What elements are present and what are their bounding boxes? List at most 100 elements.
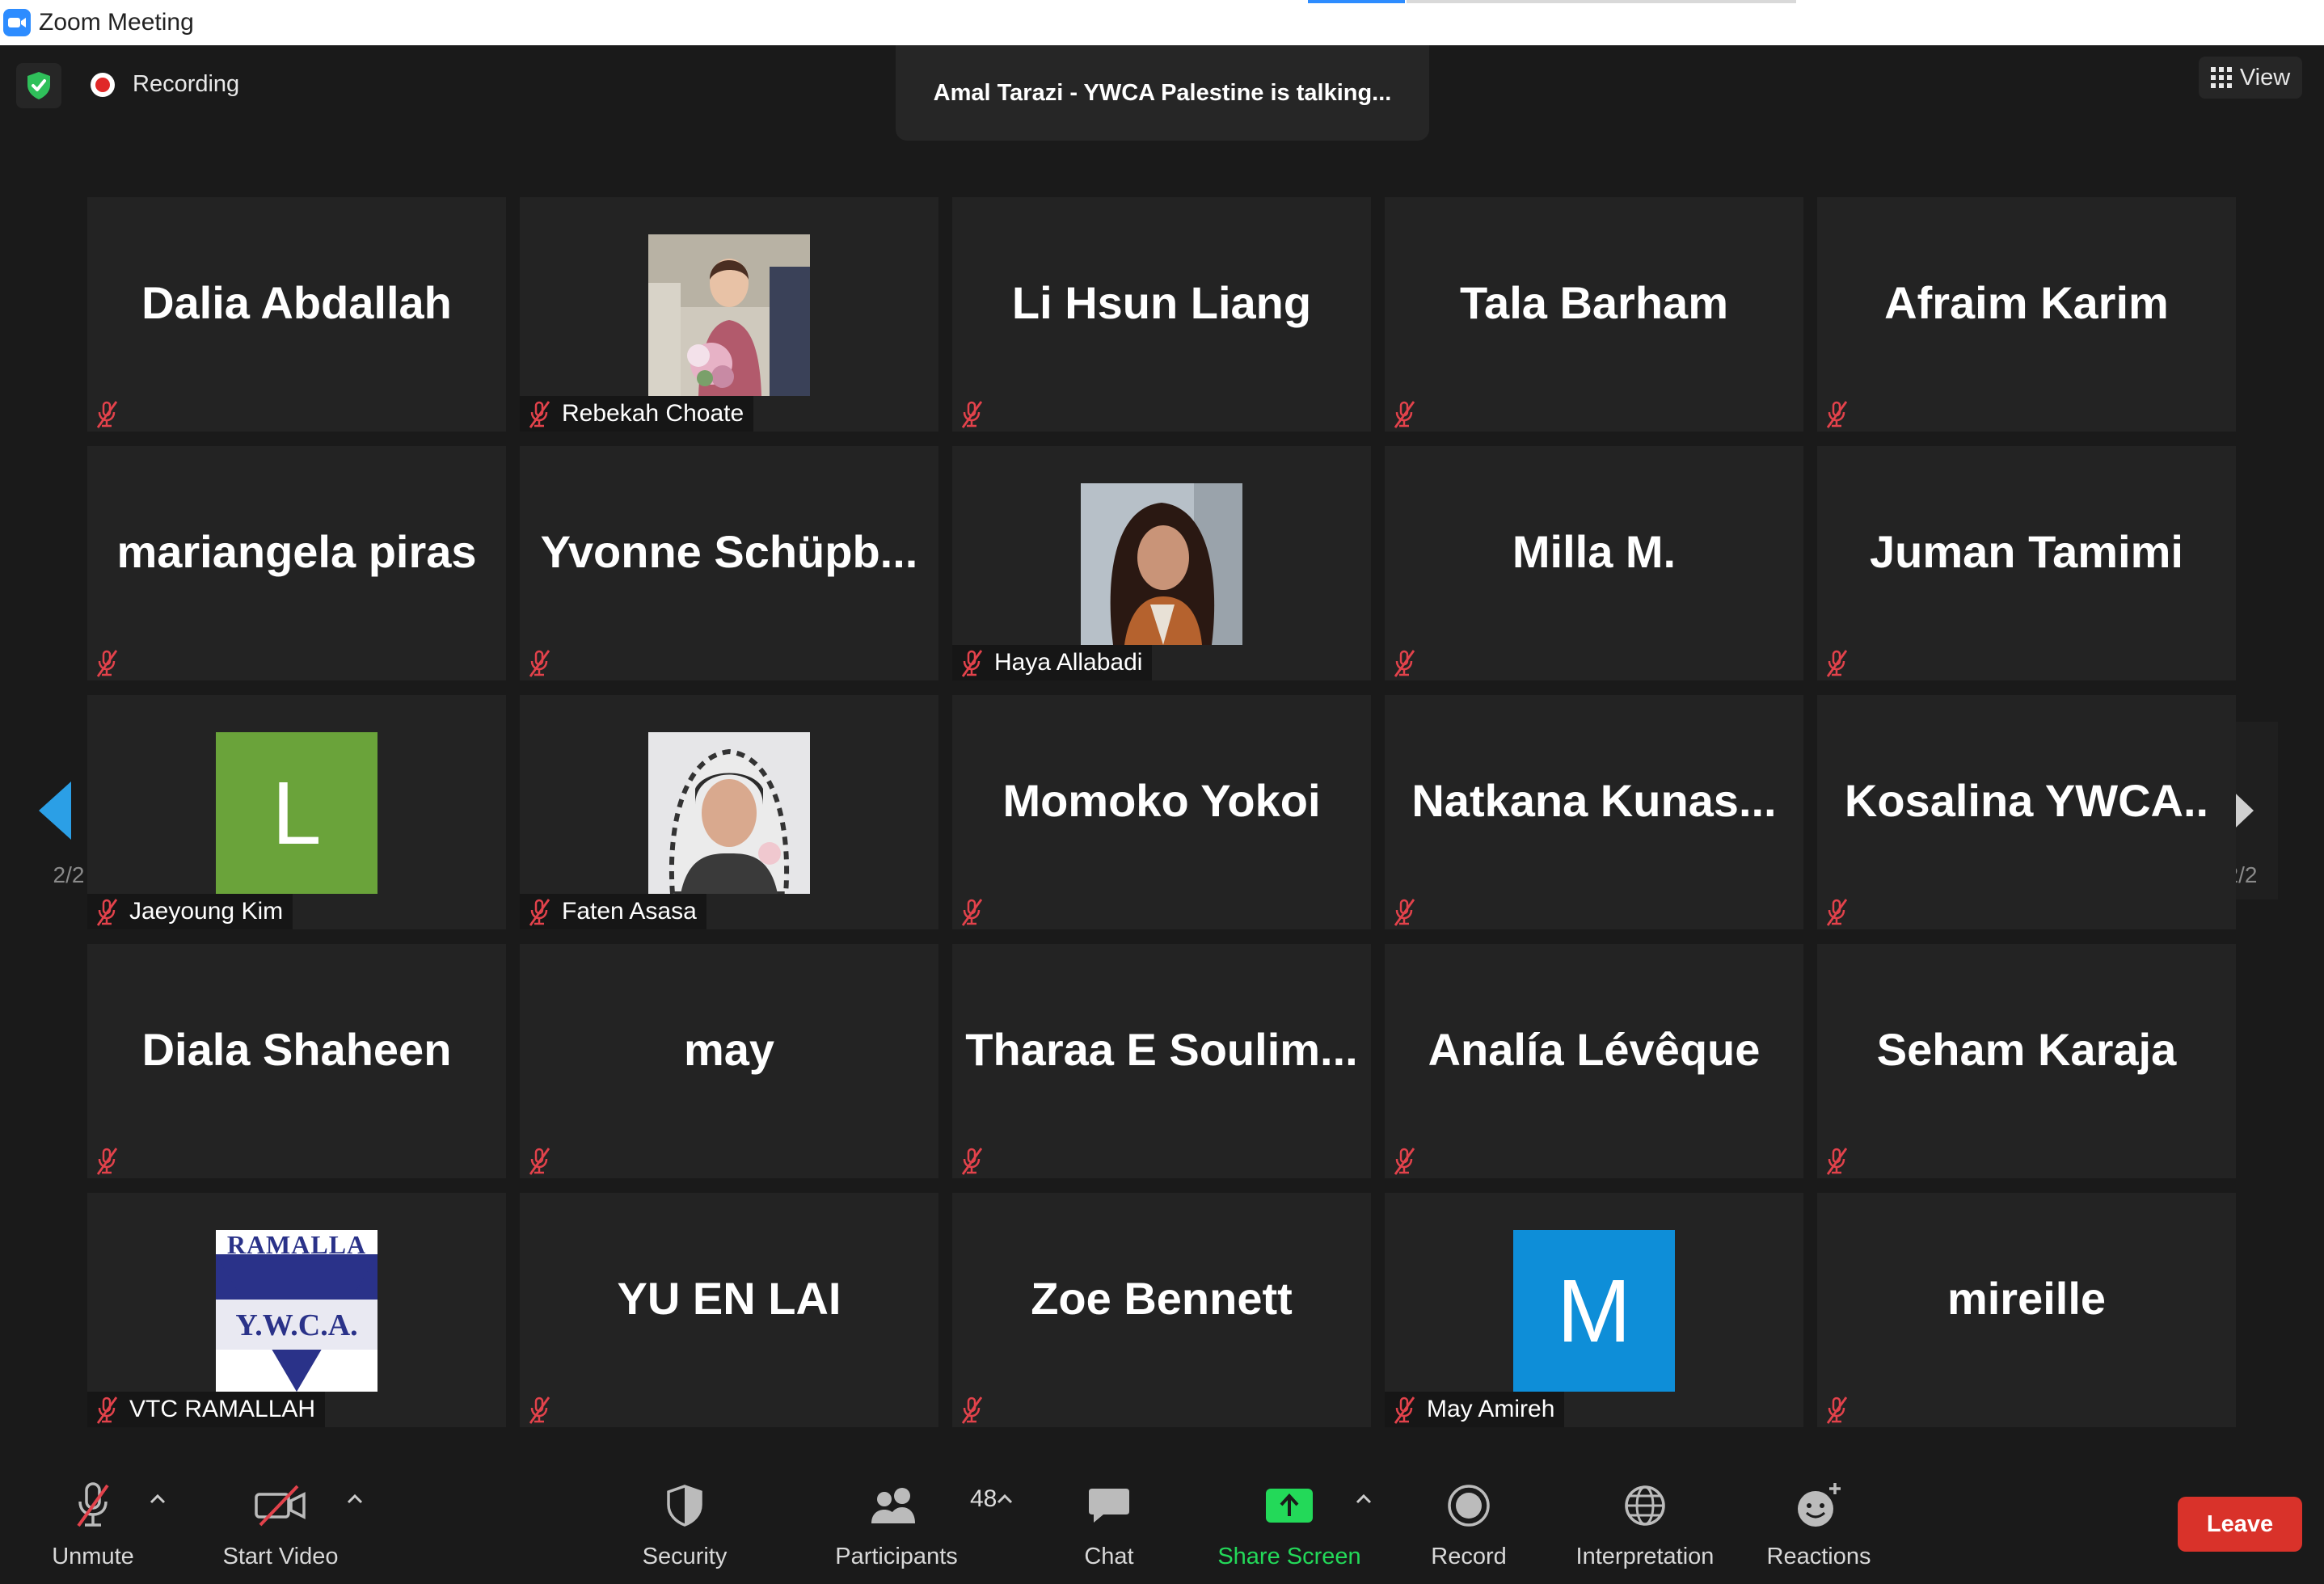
participants-options-caret-icon[interactable]: [996, 1493, 1014, 1505]
participant-tile[interactable]: Tala Barham: [1385, 197, 1803, 432]
participant-name-display: Li Hsun Liang: [1011, 276, 1312, 328]
title-bar: Zoom Meeting: [0, 0, 2324, 45]
participant-name-label: [1817, 1392, 1859, 1427]
participant-name-display: Zoe Bennett: [1031, 1272, 1293, 1324]
participant-name-label: [87, 396, 129, 432]
participant-tile[interactable]: Rebekah Choate: [520, 197, 938, 432]
tab-indicator: [1407, 0, 1796, 3]
participant-name-label: [1385, 894, 1427, 929]
participant-tile[interactable]: Milla M.: [1385, 446, 1803, 680]
participant-tile[interactable]: Momoko Yokoi: [952, 695, 1371, 929]
microphone-muted-icon: [1394, 401, 1415, 428]
interpretation-button[interactable]: Interpretation: [1565, 1477, 1725, 1570]
microphone-muted-icon: [1826, 1397, 1848, 1424]
participant-tile[interactable]: Juman Tamimi: [1817, 446, 2236, 680]
participant-name-label: Jaeyoung Kim: [87, 894, 293, 929]
participant-tile[interactable]: Yvonne Schüpb...: [520, 446, 938, 680]
share-screen-icon: [1266, 1489, 1313, 1523]
participant-tile[interactable]: Faten Asasa: [520, 695, 938, 929]
participant-name: May Amireh: [1427, 1396, 1555, 1422]
participant-name-display: Momoko Yokoi: [1002, 774, 1321, 826]
participant-tile[interactable]: Li Hsun Liang: [952, 197, 1371, 432]
microphone-muted-icon: [529, 401, 550, 428]
logo-text-bottom: Y.W.C.A.: [235, 1308, 358, 1342]
microphone-muted-icon: [1394, 899, 1415, 926]
participant-tile[interactable]: Kosalina YWCA..: [1817, 695, 2236, 929]
participant-tile[interactable]: Diala Shaheen: [87, 944, 506, 1178]
record-button[interactable]: Record: [1424, 1477, 1513, 1570]
participant-name-label: [952, 1392, 994, 1427]
participants-icon: [871, 1488, 915, 1523]
reactions-smiley-icon: [1798, 1483, 1841, 1527]
participant-tile[interactable]: Natkana Kunas...: [1385, 695, 1803, 929]
participant-tile[interactable]: Tharaa E Soulim...: [952, 944, 1371, 1178]
participant-tile[interactable]: YU EN LAI: [520, 1193, 938, 1427]
participant-name-display: YU EN LAI: [617, 1272, 841, 1324]
participant-name-label: [1817, 894, 1859, 929]
tab-indicator-active: [1308, 0, 1405, 3]
participant-name-label: [1817, 1143, 1859, 1178]
participant-tile[interactable]: L Jaeyoung Kim: [87, 695, 506, 929]
participant-name-display: Seham Karaja: [1876, 1023, 2177, 1075]
participant-tile[interactable]: may: [520, 944, 938, 1178]
share-screen-label: Share Screen: [1217, 1544, 1361, 1569]
participant-tile[interactable]: mariangela piras: [87, 446, 506, 680]
participant-tile[interactable]: Seham Karaja: [1817, 944, 2236, 1178]
start-video-label: Start Video: [222, 1544, 339, 1569]
avatar-letter: M: [1557, 1261, 1631, 1361]
participant-tile[interactable]: Afraim Karim: [1817, 197, 2236, 432]
start-video-button[interactable]: Start Video: [212, 1477, 349, 1570]
participant-tile[interactable]: Analía Lévêque: [1385, 944, 1803, 1178]
microphone-muted-icon: [961, 1397, 983, 1424]
microphone-muted-icon: [96, 899, 118, 926]
participant-name-label: [87, 645, 129, 680]
recording-indicator[interactable]: Recording: [91, 71, 239, 98]
participant-name-label: [520, 645, 562, 680]
participant-tile[interactable]: Zoe Bennett: [952, 1193, 1371, 1427]
participant-name-label: Faten Asasa: [520, 894, 706, 929]
participant-name-display: Diala Shaheen: [141, 1023, 452, 1075]
view-button[interactable]: View: [2199, 57, 2302, 99]
record-label: Record: [1431, 1544, 1507, 1569]
microphone-muted-icon: [961, 401, 983, 428]
participant-tile[interactable]: Haya Allabadi: [952, 446, 1371, 680]
audio-options-caret-icon[interactable]: [149, 1493, 167, 1505]
microphone-muted-icon: [96, 1397, 118, 1424]
microphone-muted-icon: [1394, 1148, 1415, 1175]
microphone-muted-icon: [1826, 401, 1848, 428]
microphone-muted-icon: [529, 899, 550, 926]
participant-tile[interactable]: M May Amireh: [1385, 1193, 1803, 1427]
unmute-label: Unmute: [52, 1544, 134, 1569]
security-shield-icon[interactable]: [16, 63, 61, 108]
participant-tile[interactable]: mireille: [1817, 1193, 2236, 1427]
grid-icon: [2210, 67, 2232, 88]
letter-avatar: L: [216, 732, 377, 894]
participant-tile[interactable]: Dalia Abdallah: [87, 197, 506, 432]
chat-bubble-icon: [1089, 1489, 1129, 1523]
participant-name-display: Natkana Kunas...: [1411, 774, 1777, 826]
microphone-muted-icon: [961, 650, 983, 677]
participant-photo: [648, 234, 810, 396]
participant-photo: [648, 732, 810, 894]
security-label: Security: [642, 1544, 728, 1569]
microphone-muted-icon: [961, 1148, 983, 1175]
participant-name-label: [1385, 396, 1427, 432]
share-options-caret-icon[interactable]: [1355, 1493, 1373, 1505]
reactions-button[interactable]: Reactions: [1762, 1477, 1875, 1570]
video-options-caret-icon[interactable]: [346, 1493, 364, 1505]
participant-name-label: [1385, 645, 1427, 680]
chat-button[interactable]: Chat: [1070, 1477, 1148, 1570]
unmute-button[interactable]: Unmute: [39, 1477, 147, 1570]
video-camera-off-icon: [255, 1485, 306, 1527]
view-label: View: [2239, 64, 2291, 91]
participant-name: Rebekah Choate: [562, 400, 744, 427]
chat-label: Chat: [1084, 1544, 1134, 1569]
reactions-label: Reactions: [1766, 1544, 1871, 1569]
shield-icon: [667, 1485, 702, 1527]
share-screen-button[interactable]: Share Screen: [1213, 1477, 1366, 1570]
participant-tile[interactable]: RAMALLA Y.W.C.A. VTC RAMALLAH: [87, 1193, 506, 1427]
participant-name-display: mireille: [1947, 1272, 2107, 1324]
security-button[interactable]: Security: [634, 1477, 736, 1570]
leave-button[interactable]: Leave: [2178, 1497, 2302, 1552]
participants-button[interactable]: 48 Participants: [828, 1477, 997, 1570]
